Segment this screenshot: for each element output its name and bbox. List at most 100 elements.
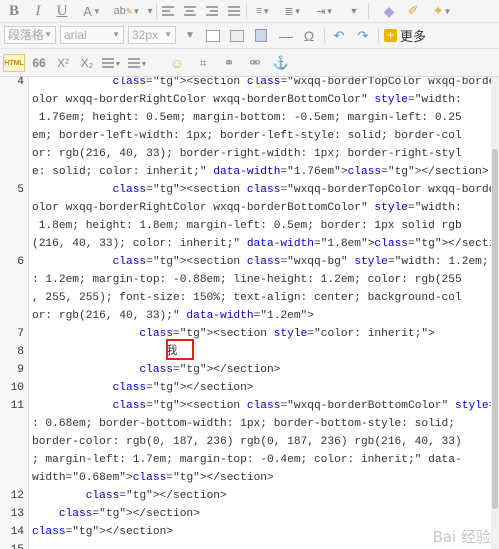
- magic-wand-icon[interactable]: ✦ ▼: [430, 2, 454, 20]
- vertical-scrollbar[interactable]: [491, 77, 499, 549]
- html-source-button[interactable]: HTML: [3, 54, 25, 72]
- anchor-icon[interactable]: ⚓: [272, 54, 290, 72]
- paragraph-format-select[interactable]: 段落格 ▼: [4, 26, 56, 44]
- emoji-icon[interactable]: ☺: [168, 54, 186, 72]
- plus-icon: +: [384, 29, 397, 42]
- code-line: or: rgb(216, 40, 33);" data-width="1.2em…: [32, 310, 314, 322]
- code-line: class="tg"><section class="wxqq-borderTo…: [112, 184, 499, 196]
- code-line: 1.76em; height: 0.5em; margin-bottom: -0…: [32, 112, 462, 124]
- line-height-icon[interactable]: ≡ ▼: [252, 2, 274, 20]
- line-number: 9: [17, 364, 24, 376]
- code-line: class="tg"><section class="wxqq-borderTo…: [112, 77, 499, 88]
- line-number: 11: [10, 400, 24, 412]
- code-line: olor wxqq-borderRightColor wxqq-borderBo…: [32, 202, 462, 214]
- code-line: , 255, 255); font-size: 150%; text-align…: [32, 292, 462, 304]
- horizontal-rule-icon[interactable]: —: [276, 27, 296, 44]
- line-number: 8: [17, 346, 24, 358]
- bold-icon[interactable]: B: [6, 2, 22, 20]
- chevron-down-icon: ▼: [164, 30, 172, 39]
- code-line: class="tg"><section style="color: inheri…: [139, 328, 435, 340]
- code-line: 1.8em; height: 1.8em; margin-left: 0.5em…: [32, 220, 462, 232]
- paragraph-spacing-icon[interactable]: ≣ ▼: [282, 2, 304, 20]
- code-line: em; border-left-width: 1px; border-left-…: [32, 130, 462, 142]
- code-editor[interactable]: 4 class="tg"><section class="wxqq-border…: [0, 77, 499, 549]
- chevron-down-icon: ▼: [112, 30, 120, 39]
- code-line: olor wxqq-borderRightColor wxqq-borderBo…: [32, 94, 462, 106]
- watermark: Bai 经验: [432, 528, 491, 546]
- html-source-label: HTML: [4, 59, 24, 67]
- italic-icon[interactable]: I: [30, 2, 46, 20]
- paragraph-format-value: 段落格: [8, 28, 45, 42]
- toolbar-row-formatting: B I U A ▼ ab ✎ ▼ ▾ ≡ ▼ ≣ ▼ ⇥ ▼ ▼ ◆ ✐ ✦ ▼: [0, 0, 499, 23]
- code-line: 我: [32, 346, 178, 358]
- line-number: 12: [10, 490, 24, 502]
- chevron-down-icon[interactable]: ▼: [114, 55, 122, 73]
- scrollbar-thumb[interactable]: [492, 149, 498, 509]
- align-center-icon[interactable]: [184, 6, 196, 16]
- line-number: 14: [10, 526, 24, 538]
- image-icon[interactable]: [228, 27, 246, 44]
- font-size-select[interactable]: 32px ▼: [128, 26, 176, 44]
- superscript-icon[interactable]: X²: [54, 54, 72, 72]
- insert-link-icon[interactable]: ⚭: [220, 54, 238, 72]
- toolbar-row-insert: HTML 66 X² X₂ ▼ ▼ ☺ ⌗ ⚭ ⚮ ⚓: [0, 49, 499, 77]
- line-number-gutter: [0, 77, 29, 549]
- align-justify-icon[interactable]: [228, 6, 240, 16]
- code-icon[interactable]: ⌗: [194, 54, 212, 72]
- clear-format-icon[interactable]: ▾: [144, 2, 156, 20]
- eraser-icon[interactable]: ◆: [380, 2, 398, 20]
- align-left-icon[interactable]: [162, 6, 174, 16]
- code-line: : 0.68em; border-bottom-width: 1px; bord…: [32, 418, 455, 430]
- quote-icon[interactable]: 66: [30, 54, 48, 72]
- line-number: 4: [17, 77, 24, 88]
- align-right-icon[interactable]: [206, 6, 218, 16]
- font-color-icon[interactable]: A ▼: [80, 2, 104, 20]
- code-line: e: solid; color: inherit;" data-width="1…: [32, 166, 489, 178]
- code-line: width="0.68em">class="tg"></section>: [32, 472, 274, 484]
- code-line: or: rgb(216, 40, 33); border-right-width…: [32, 148, 462, 160]
- code-line: (216, 40, 33); color: inherit;" data-wid…: [32, 238, 499, 250]
- highlight-icon[interactable]: ab ✎ ▼: [112, 2, 142, 20]
- redo-icon[interactable]: ↷: [354, 27, 372, 44]
- unlink-icon[interactable]: ⚮: [246, 54, 264, 72]
- subscript-icon[interactable]: X₂: [78, 54, 96, 72]
- subscript-label: X₂: [80, 56, 94, 70]
- toolbar-row-font: 段落格 ▼ arial ▼ 32px ▼ ▼ — Ω ↶ ↷ + 更多: [0, 23, 499, 49]
- more-button[interactable]: + 更多: [384, 26, 434, 45]
- line-number: 6: [17, 256, 24, 268]
- format-brush-icon[interactable]: ✐: [404, 2, 422, 20]
- more-button-label: 更多: [400, 29, 427, 44]
- code-line: class="tg"></section>: [58, 508, 200, 520]
- ordered-list-icon[interactable]: [102, 58, 114, 68]
- code-line: : 1.2em; margin-top: -0.88em; line-heigh…: [32, 274, 462, 286]
- code-line: class="tg"><section class="wxqq-borderBo…: [112, 400, 499, 412]
- line-number: 15: [0, 541, 24, 549]
- font-size-value: 32px: [132, 28, 159, 42]
- code-line: class="tg"></section>: [139, 364, 281, 376]
- indent-icon[interactable]: ⇥ ▼: [314, 2, 336, 20]
- omega-icon[interactable]: Ω: [300, 27, 318, 44]
- superscript-label: X²: [57, 56, 69, 70]
- line-number: 5: [17, 184, 24, 196]
- clear-format-dropdown-icon[interactable]: ▼: [346, 2, 362, 20]
- code-line: class="tg"></section>: [112, 382, 254, 394]
- code-line: ; margin-left: 1.7em; margin-top: -0.4em…: [32, 454, 462, 466]
- quote-label: 66: [32, 56, 46, 70]
- line-number: 7: [17, 328, 24, 340]
- code-line: class="tg"><section class="wxqq-bg" styl…: [112, 256, 499, 268]
- code-line: border-color: rgb(0, 187, 236) rgb(0, 18…: [32, 436, 462, 448]
- link-icon[interactable]: [204, 27, 222, 44]
- table-dropdown-icon[interactable]: ▼: [180, 27, 200, 44]
- font-family-value: arial: [64, 28, 87, 42]
- code-line: class="tg"></section>: [32, 526, 173, 538]
- font-family-select[interactable]: arial ▼: [60, 26, 124, 44]
- line-number: 10: [10, 382, 24, 394]
- underline-icon[interactable]: U: [54, 2, 70, 20]
- undo-icon[interactable]: ↶: [330, 27, 348, 44]
- line-number: 13: [10, 508, 24, 520]
- chevron-down-icon[interactable]: ▼: [140, 55, 148, 73]
- unordered-list-icon[interactable]: [128, 58, 140, 68]
- save-icon[interactable]: [252, 27, 270, 44]
- chevron-down-icon: ▼: [44, 30, 52, 39]
- highlight-box: [166, 339, 194, 360]
